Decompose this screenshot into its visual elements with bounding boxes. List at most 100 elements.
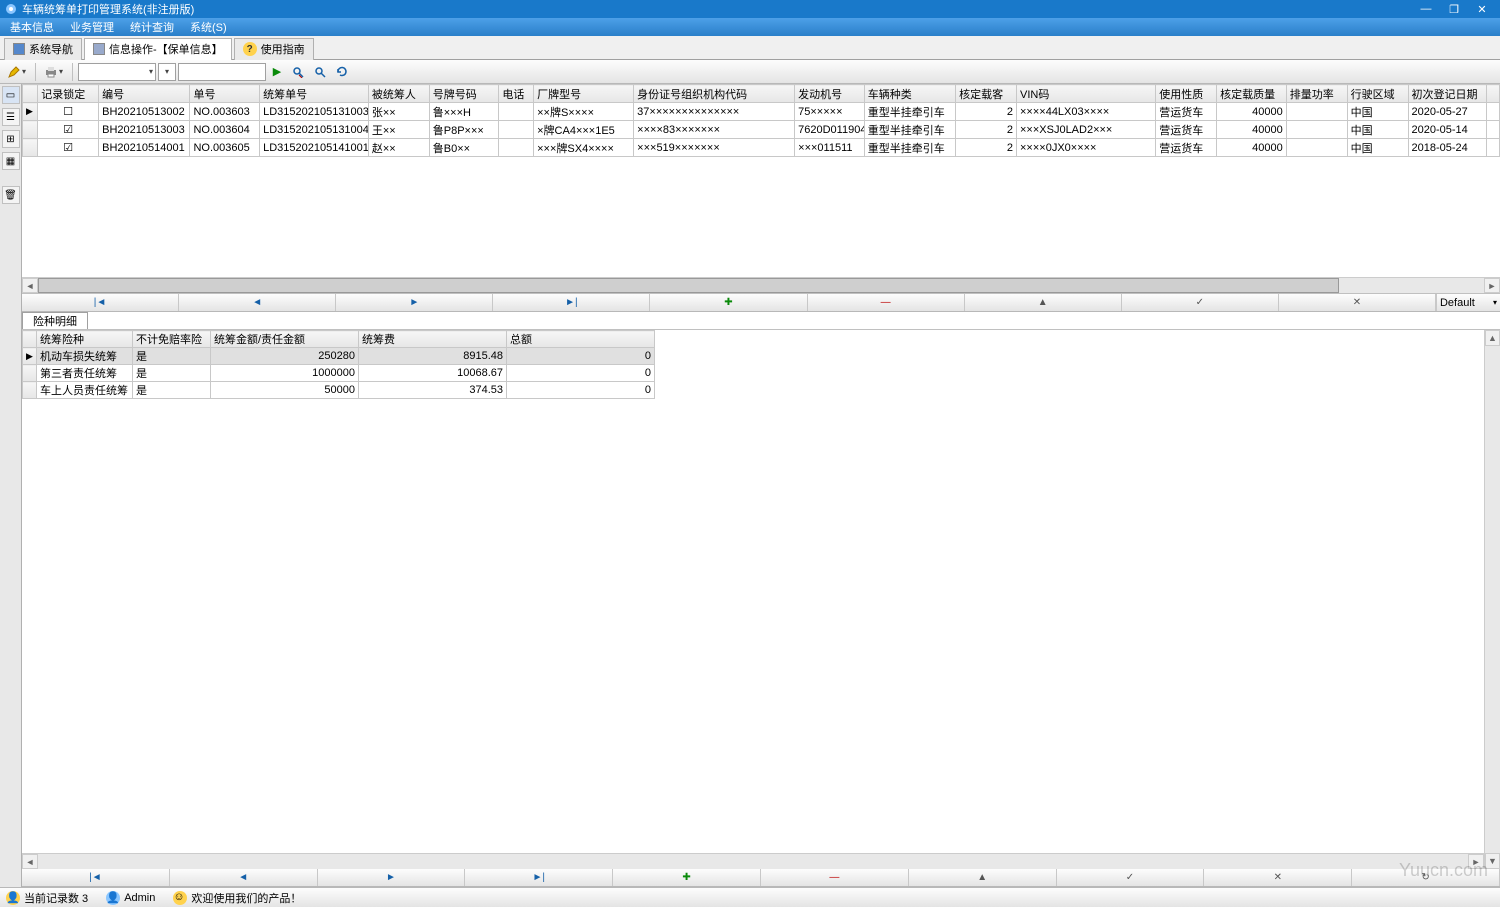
table-row[interactable]: ▶机动车损失统筹是2502808915.480 bbox=[23, 348, 655, 365]
menu-system[interactable]: 系统(S) bbox=[182, 18, 235, 36]
detail-area: 统筹险种 不计免赔率险 统筹金额/责任金额 统筹费 总额 ▶机动车损失统筹是25… bbox=[22, 330, 1500, 869]
col-eng[interactable]: 发动机号 bbox=[795, 85, 865, 103]
tab-policyinfo[interactable]: 信息操作-【保单信息】 bbox=[84, 38, 232, 60]
nav-edit[interactable]: ▲ bbox=[965, 294, 1122, 311]
col-phone[interactable]: 电话 bbox=[499, 85, 534, 103]
table-row[interactable]: ☑BH20210514001NO.003605LD315202105141001… bbox=[23, 139, 1500, 157]
col-plate[interactable]: 号牌号码 bbox=[429, 85, 499, 103]
scroll-down-icon[interactable]: ▼ bbox=[1485, 853, 1500, 869]
dnav-save[interactable]: ✓ bbox=[1057, 869, 1205, 886]
close-button[interactable]: ✕ bbox=[1468, 1, 1496, 17]
search-input[interactable] bbox=[178, 63, 266, 81]
dnav-last[interactable]: ►| bbox=[465, 869, 613, 886]
dnav-delete[interactable]: — bbox=[761, 869, 909, 886]
menu-stats[interactable]: 统计查询 bbox=[122, 18, 182, 36]
tab-guide[interactable]: ? 使用指南 bbox=[234, 38, 314, 60]
scroll-left-icon[interactable]: ◄ bbox=[22, 854, 38, 869]
col-no[interactable]: 编号 bbox=[99, 85, 190, 103]
tab-risk-detail[interactable]: 险种明细 bbox=[22, 312, 88, 329]
dnav-next[interactable]: ► bbox=[318, 869, 466, 886]
scroll-up-icon[interactable]: ▲ bbox=[1485, 330, 1500, 346]
dnav-first[interactable]: |◄ bbox=[22, 869, 170, 886]
dnav-add[interactable]: ✚ bbox=[613, 869, 761, 886]
user-icon: 👤 bbox=[106, 891, 120, 905]
help-icon: ? bbox=[243, 42, 257, 56]
find-button[interactable] bbox=[288, 63, 308, 81]
scroll-right-icon[interactable]: ► bbox=[1484, 278, 1500, 293]
run-search-button[interactable]: ▶ bbox=[268, 63, 286, 81]
col-id[interactable]: 身份证号组织机构代码 bbox=[634, 85, 795, 103]
nav-prev[interactable]: ◄ bbox=[179, 294, 336, 311]
table-row[interactable]: 车上人员责任统筹是50000374.530 bbox=[23, 382, 655, 399]
dnav-prev[interactable]: ◄ bbox=[170, 869, 318, 886]
status-records: 👤 当前记录数 3 bbox=[6, 890, 88, 906]
scroll-left-icon[interactable]: ◄ bbox=[22, 278, 38, 293]
dcol-fee[interactable]: 统筹费 bbox=[359, 331, 507, 348]
col-model[interactable]: 厂牌型号 bbox=[534, 85, 634, 103]
find2-button[interactable] bbox=[310, 63, 330, 81]
main-grid[interactable]: 记录锁定 编号 单号 统筹单号 被统筹人 号牌号码 电话 厂牌型号 身份证号组织… bbox=[22, 84, 1500, 157]
nav-delete[interactable]: — bbox=[808, 294, 965, 311]
window-titlebar: 车辆统筹单打印管理系统(非注册版) — ❐ ✕ bbox=[0, 0, 1500, 18]
col-seats[interactable]: 核定载客 bbox=[956, 85, 1017, 103]
minimize-button[interactable]: — bbox=[1412, 1, 1440, 17]
main-grid-area: 记录锁定 编号 单号 统筹单号 被统筹人 号牌号码 电话 厂牌型号 身份证号组织… bbox=[22, 84, 1500, 294]
dcol-kind[interactable]: 统筹险种 bbox=[37, 331, 133, 348]
nav-add[interactable]: ✚ bbox=[650, 294, 807, 311]
nav-first[interactable]: |◄ bbox=[22, 294, 179, 311]
side-btn-2[interactable]: ☰ bbox=[2, 108, 20, 126]
side-btn-4[interactable]: ▦ bbox=[2, 152, 20, 170]
dcol-total[interactable]: 总额 bbox=[507, 331, 655, 348]
grid-header-row: 记录锁定 编号 单号 统筹单号 被统筹人 号牌号码 电话 厂牌型号 身份证号组织… bbox=[23, 85, 1500, 103]
detail-vscroll[interactable]: ▲ ▼ bbox=[1484, 330, 1500, 869]
table-row[interactable]: 第三者责任统筹是100000010068.670 bbox=[23, 365, 655, 382]
edit-button[interactable]: ▾ bbox=[4, 63, 30, 81]
detail-header-row: 统筹险种 不计免赔率险 统筹金额/责任金额 统筹费 总额 bbox=[23, 331, 655, 348]
dcol-amount[interactable]: 统筹金额/责任金额 bbox=[211, 331, 359, 348]
col-area[interactable]: 行驶区域 bbox=[1347, 85, 1408, 103]
side-toolbar: ▭ ☰ ⊞ ▦ 🗑 bbox=[0, 84, 22, 887]
dnav-edit[interactable]: ▲ bbox=[909, 869, 1057, 886]
col-use[interactable]: 使用性质 bbox=[1156, 85, 1217, 103]
col-mass[interactable]: 核定载质量 bbox=[1217, 85, 1287, 103]
detail-navigator: |◄ ◄ ► ►| ✚ — ▲ ✓ ✕ ↻ bbox=[22, 869, 1500, 887]
nav-save[interactable]: ✓ bbox=[1122, 294, 1279, 311]
dnav-cancel[interactable]: ✕ bbox=[1204, 869, 1352, 886]
dcol-nodeduct[interactable]: 不计免赔率险 bbox=[133, 331, 211, 348]
record-navigator: |◄ ◄ ► ►| ✚ — ▲ ✓ ✕ Default▾ bbox=[22, 294, 1500, 312]
nav-next[interactable]: ► bbox=[336, 294, 493, 311]
col-tch[interactable]: 统筹单号 bbox=[260, 85, 369, 103]
detail-hscroll[interactable]: ◄ ► bbox=[22, 853, 1484, 869]
detail-tabs: 险种明细 bbox=[22, 312, 1500, 330]
side-btn-3[interactable]: ⊞ bbox=[2, 130, 20, 148]
filter-combo[interactable]: ▾ bbox=[78, 63, 156, 81]
side-btn-5[interactable]: 🗑 bbox=[2, 186, 20, 204]
col-vin[interactable]: VIN码 bbox=[1017, 85, 1156, 103]
maximize-button[interactable]: ❐ bbox=[1440, 1, 1468, 17]
document-tabs: 系统导航 信息操作-【保单信息】 ? 使用指南 bbox=[0, 36, 1500, 60]
col-power[interactable]: 排量功率 bbox=[1286, 85, 1347, 103]
col-lock[interactable]: 记录锁定 bbox=[38, 85, 99, 103]
dnav-refresh[interactable]: ↻ bbox=[1352, 869, 1500, 886]
col-dan[interactable]: 单号 bbox=[190, 85, 260, 103]
tab-sysnav[interactable]: 系统导航 bbox=[4, 38, 82, 60]
side-btn-1[interactable]: ▭ bbox=[2, 86, 20, 104]
col-date[interactable]: 初次登记日期 bbox=[1408, 85, 1486, 103]
detail-grid[interactable]: 统筹险种 不计免赔率险 统筹金额/责任金额 统筹费 总额 ▶机动车损失统筹是25… bbox=[22, 330, 655, 399]
menu-business[interactable]: 业务管理 bbox=[62, 18, 122, 36]
menu-basic[interactable]: 基本信息 bbox=[2, 18, 62, 36]
nav-last[interactable]: ►| bbox=[493, 294, 650, 311]
print-button[interactable]: ▾ bbox=[41, 63, 67, 81]
col-type[interactable]: 车辆种类 bbox=[864, 85, 955, 103]
col-name[interactable]: 被统筹人 bbox=[368, 85, 429, 103]
scroll-right-icon[interactable]: ► bbox=[1468, 854, 1484, 869]
table-row[interactable]: ▶☐BH20210513002NO.003603LD31520210513100… bbox=[23, 103, 1500, 121]
tab-icon bbox=[13, 43, 25, 55]
nav-default-combo[interactable]: Default▾ bbox=[1436, 294, 1500, 311]
tab-label: 系统导航 bbox=[29, 41, 73, 57]
refresh-button[interactable] bbox=[332, 63, 352, 81]
main-hscroll[interactable]: ◄ ► bbox=[22, 277, 1500, 293]
filter-cond[interactable]: ▾ bbox=[158, 63, 176, 81]
table-row[interactable]: ☑BH20210513003NO.003604LD315202105131004… bbox=[23, 121, 1500, 139]
nav-cancel[interactable]: ✕ bbox=[1279, 294, 1436, 311]
